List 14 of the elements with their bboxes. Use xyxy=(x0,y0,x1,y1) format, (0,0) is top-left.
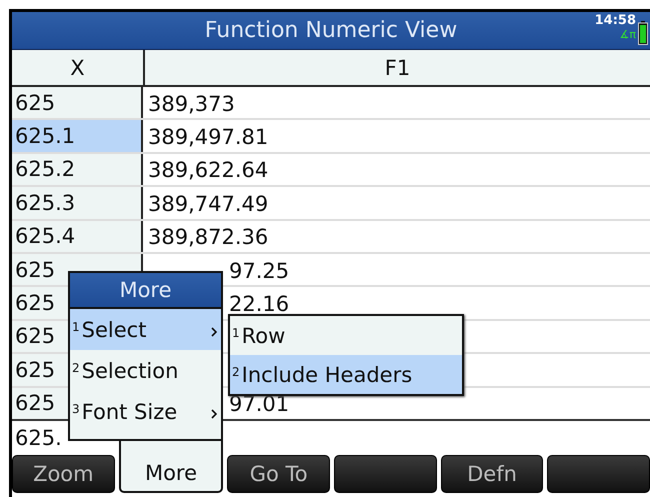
table-cell: 22.16 xyxy=(229,292,290,316)
table-cell: 389,622.64 xyxy=(148,158,268,182)
table-cell: 389,497.81 xyxy=(148,125,268,150)
clock-time: 14:58 xyxy=(594,14,636,27)
table-cell: 389,373 xyxy=(148,92,235,116)
window-title: Function Numeric View xyxy=(204,18,458,43)
column-header: F1 xyxy=(384,54,412,82)
column-header: X xyxy=(12,50,145,85)
table-cell: 389,747.49 xyxy=(148,192,268,216)
table-cell: 389,872.36 xyxy=(148,225,268,250)
table-cell: 97.25 xyxy=(229,258,290,283)
menu-title: More xyxy=(70,273,221,309)
table-cell: 97.01 xyxy=(229,392,290,416)
angle-mode: ∡π xyxy=(620,29,636,40)
